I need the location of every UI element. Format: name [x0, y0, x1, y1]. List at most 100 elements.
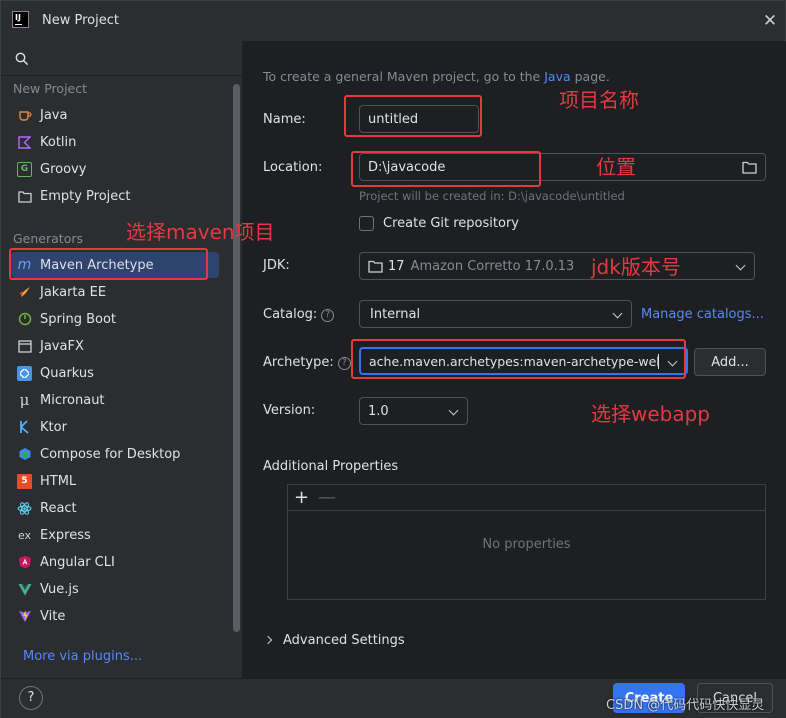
name-field[interactable]: untitled: [359, 105, 479, 133]
archetype-dropdown[interactable]: ache.maven.archetypes:maven-archetype-we…: [359, 347, 688, 375]
java-cup-icon: [17, 108, 32, 123]
jdk-folder-icon: [368, 260, 383, 273]
sidebar-item-java[interactable]: Java: [11, 102, 219, 128]
sidebar-item-label: Quarkus: [40, 365, 94, 381]
sidebar-item-javafx[interactable]: JavaFX: [11, 333, 219, 359]
manage-catalogs-link[interactable]: Manage catalogs...: [641, 307, 764, 322]
sidebar-item-label: Maven Archetype: [40, 257, 154, 273]
sidebar-scrollbar[interactable]: [233, 84, 240, 632]
intellij-logo-icon: IJ: [12, 11, 29, 28]
more-via-plugins-link[interactable]: More via plugins...: [23, 649, 142, 664]
version-value: 1.0: [368, 403, 389, 419]
section-new-project: New Project: [13, 81, 88, 96]
annotation-jdk-note: jdk版本号: [591, 255, 681, 279]
catalog-label: Catalog:?: [263, 307, 335, 322]
csdn-watermark: CSDN @代码代码快快显灵: [606, 698, 765, 713]
sidebar-item-quarkus[interactable]: Quarkus: [11, 360, 219, 386]
catalog-value: Internal: [370, 306, 421, 322]
sidebar-item-groovy[interactable]: G Groovy: [11, 156, 219, 182]
location-value: D:\javacode: [368, 159, 446, 175]
sidebar-item-jakarta-ee[interactable]: Jakarta EE: [11, 279, 219, 305]
sidebar-item-label: Vite: [40, 608, 66, 624]
section-generators: Generators: [13, 231, 83, 246]
sidebar-item-vuejs[interactable]: Vue.js: [11, 576, 219, 602]
empty-properties-text: No properties: [482, 537, 571, 552]
chevron-down-icon: [448, 405, 459, 416]
quarkus-icon: [17, 365, 32, 381]
create-git-checkbox[interactable]: [359, 216, 374, 231]
kotlin-icon: [17, 135, 32, 150]
help-icon[interactable]: ?: [321, 309, 335, 322]
sidebar-item-vite[interactable]: Vite: [11, 603, 219, 629]
catalog-dropdown[interactable]: Internal: [359, 300, 632, 328]
vue-icon: [17, 582, 32, 597]
jdk-version: 17: [388, 258, 405, 274]
sidebar-item-kotlin[interactable]: Kotlin: [11, 129, 219, 155]
empty-project-icon: [17, 189, 32, 204]
sidebar-item-label: Kotlin: [40, 134, 77, 150]
additional-properties-table: + — No properties: [287, 484, 766, 600]
help-icon[interactable]: ?: [337, 357, 351, 370]
java-page-link[interactable]: Java: [544, 69, 570, 84]
name-value: untitled: [368, 111, 419, 127]
hint-suffix: page.: [570, 69, 610, 84]
sidebar-item-maven-archetype[interactable]: m Maven Archetype: [11, 252, 219, 278]
window-title: New Project: [42, 13, 119, 28]
title-bar: IJ New Project ✕: [1, 1, 786, 41]
sidebar-item-label: React: [40, 500, 77, 516]
jdk-dropdown[interactable]: 17 Amazon Corretto 17.0.13: [359, 252, 755, 280]
sidebar-item-compose-desktop[interactable]: Compose for Desktop: [11, 441, 219, 467]
sidebar-item-label: Groovy: [40, 161, 87, 177]
compose-icon: [17, 447, 32, 462]
angular-icon: [17, 555, 32, 570]
archetype-label: Archetype:?: [263, 355, 351, 370]
sidebar-item-ktor[interactable]: Ktor: [11, 414, 219, 440]
maven-archetype-form: To create a general Maven project, go to…: [243, 41, 786, 678]
remove-property-icon[interactable]: —: [318, 487, 336, 508]
sidebar-item-html[interactable]: 5 HTML: [11, 468, 219, 494]
sidebar-item-label: HTML: [40, 473, 77, 489]
folder-icon[interactable]: [742, 161, 757, 174]
sidebar-divider: [1, 75, 243, 76]
express-icon: ex: [17, 528, 32, 542]
archetype-value: ache.maven.archetypes:maven-archetype-we…: [369, 353, 659, 369]
version-dropdown[interactable]: 1.0: [359, 397, 468, 425]
location-field[interactable]: D:\javacode: [359, 153, 766, 181]
sidebar-item-label: Ktor: [40, 419, 67, 435]
html5-icon: 5: [17, 473, 32, 489]
advanced-settings-toggle[interactable]: Advanced Settings: [283, 633, 405, 648]
catalog-label-text: Catalog:: [263, 307, 318, 322]
add-property-icon[interactable]: +: [294, 487, 309, 508]
sidebar-item-label: Angular CLI: [40, 554, 115, 570]
search-icon[interactable]: [15, 52, 29, 66]
chevron-right-icon[interactable]: [263, 635, 273, 645]
sidebar-item-label: Spring Boot: [40, 311, 117, 327]
sidebar-item-angular-cli[interactable]: Angular CLI: [11, 549, 219, 575]
sidebar-item-react[interactable]: React: [11, 495, 219, 521]
sidebar-item-spring-boot[interactable]: Spring Boot: [11, 306, 219, 332]
chevron-down-icon: [667, 356, 678, 367]
sidebar-item-micronaut[interactable]: μ Micronaut: [11, 387, 219, 413]
help-button[interactable]: ?: [19, 686, 43, 710]
sidebar-item-label: Micronaut: [40, 392, 105, 408]
annotation-name-note: 项目名称: [559, 88, 639, 112]
sidebar-item-empty-project[interactable]: Empty Project: [11, 183, 219, 209]
archetype-label-text: Archetype:: [263, 355, 334, 370]
react-icon: [17, 501, 32, 516]
annotation-location-note: 位置: [596, 155, 636, 179]
generator-sidebar: New Project Java Kotlin G Groovy Empty P…: [1, 41, 243, 678]
spring-boot-icon: [17, 312, 32, 327]
sidebar-item-label: JavaFX: [40, 338, 84, 354]
jakarta-icon: [17, 285, 32, 300]
annotation-maven-note: 选择maven项目: [126, 220, 275, 244]
jdk-name: Amazon Corretto 17.0.13: [410, 258, 575, 274]
version-label: Version:: [263, 403, 316, 418]
close-button[interactable]: ✕: [759, 10, 781, 32]
jdk-label: JDK:: [263, 258, 290, 273]
create-git-label: Create Git repository: [383, 216, 519, 231]
add-archetype-button[interactable]: Add...: [694, 348, 766, 376]
sidebar-item-express[interactable]: ex Express: [11, 522, 219, 548]
micronaut-icon: μ: [19, 391, 30, 409]
sidebar-item-label: Empty Project: [40, 188, 131, 204]
name-label: Name:: [263, 112, 306, 127]
